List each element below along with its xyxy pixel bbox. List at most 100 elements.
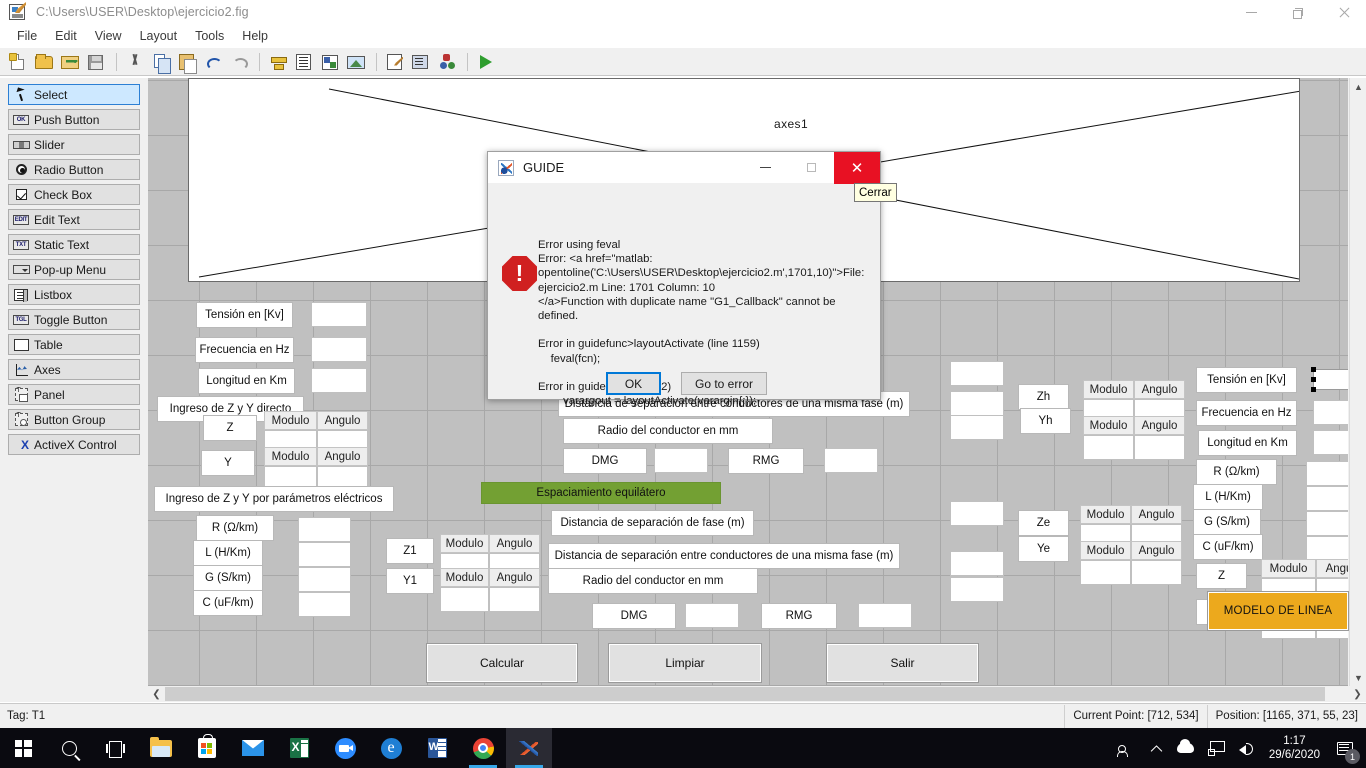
input-rmg-1[interactable] [824, 448, 878, 473]
input-l-right[interactable] [1306, 486, 1348, 511]
input-l[interactable] [298, 542, 351, 567]
input-ze-aux-2[interactable] [950, 551, 1004, 576]
input-r[interactable] [298, 517, 351, 542]
property-inspector-icon[interactable] [409, 51, 433, 73]
network-icon[interactable] [1201, 728, 1231, 768]
menu-layout[interactable]: Layout [131, 27, 187, 45]
cut-icon[interactable] [123, 51, 147, 73]
scroll-left-arrow[interactable]: ❮ [148, 686, 165, 702]
taskbar-microsoft-store[interactable] [184, 728, 230, 768]
input-dmg-2[interactable] [685, 603, 739, 628]
taskbar-word[interactable] [414, 728, 460, 768]
palette-item-slider[interactable]: Slider [8, 134, 140, 155]
input-longitud-km[interactable] [311, 368, 367, 393]
palette-item-panel[interactable]: Panel [8, 384, 140, 405]
input-dmg-1[interactable] [654, 448, 708, 473]
toolbar-editor-icon[interactable] [344, 51, 368, 73]
people-icon[interactable] [1111, 728, 1141, 768]
taskbar-chrome[interactable] [460, 728, 506, 768]
m-file-editor-icon[interactable] [383, 51, 407, 73]
chevron-up-icon[interactable] [1141, 728, 1171, 768]
new-figure-icon[interactable] [6, 51, 30, 73]
task-view-button[interactable] [92, 728, 138, 768]
input-c-right[interactable] [1306, 536, 1348, 561]
input-y1-modulo[interactable] [440, 587, 489, 612]
canvas-horizontal-scrollbar[interactable]: ❮ ❯ [148, 686, 1366, 702]
tab-order-editor-icon[interactable] [318, 51, 342, 73]
run-figure-icon[interactable] [474, 51, 498, 73]
palette-item-axes[interactable]: Axes [8, 359, 140, 380]
window-maximize-button[interactable] [1274, 0, 1320, 24]
input-zh-aux-2[interactable] [950, 391, 1004, 416]
palette-item-edit-text[interactable]: EDIT Edit Text [8, 209, 140, 230]
button-calcular[interactable]: Calcular [426, 643, 578, 683]
start-button[interactable] [0, 728, 46, 768]
palette-item-table[interactable]: Table [8, 334, 140, 355]
align-objects-icon[interactable] [266, 51, 290, 73]
menu-help[interactable]: Help [233, 27, 277, 45]
palette-item-select[interactable]: Select [8, 84, 140, 105]
palette-item-toggle-button[interactable]: TGL Toggle Button [8, 309, 140, 330]
taskbar-matlab[interactable] [506, 728, 552, 768]
clock[interactable]: 1:17 29/6/2020 [1261, 734, 1328, 762]
scroll-up-arrow[interactable]: ▲ [1350, 78, 1366, 95]
dialog-close-button[interactable]: ✕ [834, 151, 880, 184]
palette-item-button-group[interactable]: Button Group [8, 409, 140, 430]
input-longitud-right[interactable] [1313, 430, 1348, 455]
export-icon[interactable] [58, 51, 82, 73]
redo-icon[interactable] [227, 51, 251, 73]
input-zh-aux-1[interactable] [950, 361, 1004, 386]
palette-item-listbox[interactable]: Listbox [8, 284, 140, 305]
button-espaciamiento-equilatero[interactable]: Espaciamiento equilátero [481, 482, 721, 504]
speaker-icon[interactable] [1231, 728, 1261, 768]
object-browser-icon[interactable] [435, 51, 459, 73]
palette-item-push-button[interactable]: OK Push Button [8, 109, 140, 130]
go-to-error-button[interactable]: Go to error [681, 372, 767, 395]
input-r-right[interactable] [1306, 461, 1348, 486]
dialog-maximize-button[interactable] [788, 152, 834, 184]
input-ye-angulo[interactable] [1131, 560, 1182, 585]
input-ze-aux-3[interactable] [950, 577, 1004, 602]
palette-item-radio-button[interactable]: Radio Button [8, 159, 140, 180]
paste-icon[interactable] [175, 51, 199, 74]
menu-tools[interactable]: Tools [186, 27, 233, 45]
palette-item-activex-control[interactable]: X ActiveX Control [8, 434, 140, 455]
input-frecuencia-hz[interactable] [311, 337, 367, 362]
taskbar-excel[interactable] [276, 728, 322, 768]
undo-icon[interactable] [201, 51, 225, 73]
palette-item-check-box[interactable]: Check Box [8, 184, 140, 205]
window-close-button[interactable] [1320, 0, 1366, 24]
button-salir[interactable]: Salir [826, 643, 979, 683]
taskbar-edge[interactable]: e [368, 728, 414, 768]
input-c[interactable] [298, 592, 351, 617]
button-modelo-de-linea[interactable]: MODELO DE LINEA [1207, 591, 1349, 631]
input-rmg-2[interactable] [858, 603, 912, 628]
dialog-minimize-button[interactable] [742, 152, 788, 184]
palette-item-static-text[interactable]: TXT Static Text [8, 234, 140, 255]
input-ye-modulo[interactable] [1080, 560, 1131, 585]
input-y1-angulo[interactable] [489, 587, 540, 612]
open-figure-icon[interactable] [32, 51, 56, 73]
cloud-icon[interactable] [1171, 728, 1201, 768]
palette-item-popup-menu[interactable]: Pop-up Menu [8, 259, 140, 280]
input-g[interactable] [298, 567, 351, 592]
menu-editor-icon[interactable] [292, 51, 316, 73]
action-center-button[interactable]: 1 [1328, 728, 1362, 768]
canvas-vertical-scrollbar[interactable]: ▲ ▼ [1349, 78, 1366, 686]
scroll-thumb[interactable] [165, 687, 1325, 701]
menu-view[interactable]: View [86, 27, 131, 45]
input-ze-aux-1[interactable] [950, 501, 1004, 526]
input-frecuencia-right[interactable] [1313, 400, 1348, 425]
selected-input-tension-right[interactable] [1311, 367, 1348, 392]
button-limpiar[interactable]: Limpiar [608, 643, 762, 683]
save-icon[interactable] [84, 51, 108, 73]
input-zh-aux-3[interactable] [950, 415, 1004, 440]
taskbar-mail[interactable] [230, 728, 276, 768]
taskbar-zoom[interactable] [322, 728, 368, 768]
search-button[interactable] [46, 728, 92, 768]
menu-file[interactable]: File [8, 27, 46, 45]
ok-button[interactable]: OK [606, 372, 661, 395]
scroll-down-arrow[interactable]: ▼ [1350, 669, 1366, 686]
input-yh-modulo[interactable] [1083, 435, 1134, 460]
input-g-right[interactable] [1306, 511, 1348, 536]
